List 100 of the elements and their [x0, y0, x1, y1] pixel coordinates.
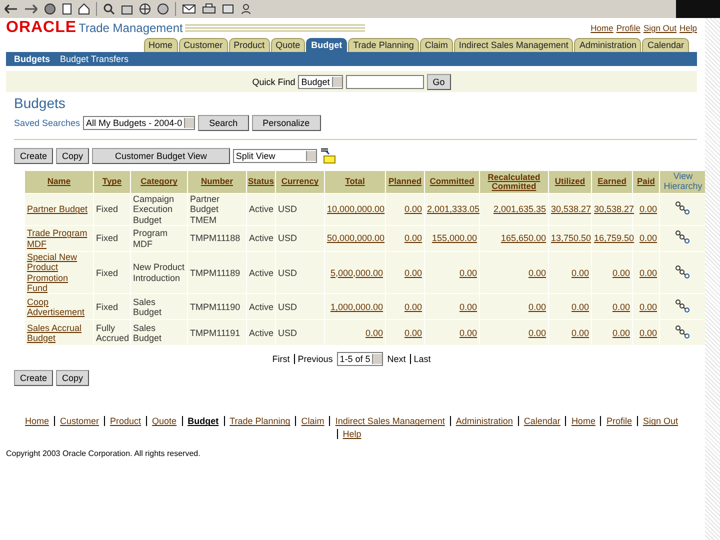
footer-link[interactable]: Product: [104, 416, 146, 426]
page-title: Budgets: [14, 95, 66, 111]
nav-tab[interactable]: Home: [144, 38, 178, 52]
table-cell: Fixed: [96, 233, 118, 244]
column-header[interactable]: Planned: [386, 171, 424, 193]
nav-tab[interactable]: Indirect Sales Management: [454, 38, 574, 52]
table-cell: USD: [278, 268, 298, 278]
action-button[interactable]: Create: [14, 148, 54, 164]
subtab[interactable]: Budget Transfers: [60, 54, 129, 64]
table-cell: USD: [278, 204, 298, 214]
cell-link[interactable]: Special New Product Promotion Fund: [27, 252, 91, 294]
range-select[interactable]: 1-5 of 5: [336, 352, 384, 366]
column-header: View Hierarchy: [660, 171, 706, 193]
header-link[interactable]: Profile: [616, 23, 640, 33]
footer-link[interactable]: Home: [20, 416, 54, 426]
hierarchy-icon[interactable]: [675, 201, 691, 216]
back-arrow-icon[interactable]: [4, 3, 18, 15]
table-cell: TMPM11188: [190, 233, 240, 244]
last-link[interactable]: Last: [410, 354, 431, 364]
header-link[interactable]: Home: [590, 23, 614, 33]
column-header[interactable]: Type: [94, 171, 130, 193]
quick-find-select[interactable]: Budget: [298, 74, 343, 88]
nav-tab[interactable]: Product: [228, 38, 270, 52]
search-button[interactable]: Personalize: [252, 115, 321, 131]
column-header[interactable]: Number: [188, 171, 246, 193]
footer-link[interactable]: Home: [565, 416, 600, 426]
action-button[interactable]: Create: [14, 370, 54, 386]
footer-link[interactable]: Calendar: [518, 416, 566, 426]
scrollbar-track[interactable]: [705, 18, 720, 540]
previous-link[interactable]: Previous: [294, 354, 333, 364]
column-header[interactable]: Committed: [425, 171, 479, 193]
footer-link[interactable]: Indirect Sales Management: [329, 416, 450, 426]
table-cell: USD: [278, 233, 298, 244]
nav-tab[interactable]: Budget: [306, 38, 348, 52]
action-button[interactable]: Copy: [56, 370, 90, 386]
header-link[interactable]: Help: [680, 23, 697, 33]
footer-link[interactable]: Help: [336, 429, 366, 440]
footer-link[interactable]: Quote: [146, 416, 182, 426]
view-select[interactable]: Split View: [232, 149, 317, 163]
column-header[interactable]: Category: [131, 171, 187, 193]
column-header[interactable]: Paid: [633, 171, 659, 193]
table-cell: Fixed: [96, 204, 118, 214]
quick-find-field[interactable]: [346, 74, 424, 88]
action-button[interactable]: Customer Budget View: [92, 148, 230, 164]
footer-link[interactable]: Administration: [450, 416, 518, 426]
column-header[interactable]: Recalculated Committed: [480, 171, 548, 193]
copyright-text: Copyright 2003 Oracle Corporation. All rights reserved.: [6, 449, 202, 458]
hierarchy-icon[interactable]: [675, 230, 691, 244]
table-cell: Active: [249, 268, 274, 278]
hierarchy-icon[interactable]: [675, 324, 691, 339]
saved-searches-label: Saved Searches: [14, 118, 80, 128]
table-cell: TMPM11190: [190, 302, 240, 312]
column-header[interactable]: Earned: [592, 171, 632, 193]
table-cell: Sales Budget: [133, 296, 162, 317]
column-header[interactable]: Total: [325, 171, 385, 193]
next-link[interactable]: Next: [387, 354, 406, 364]
page-icon[interactable]: [62, 3, 72, 15]
subtab[interactable]: Budgets: [14, 54, 50, 64]
nav-tab[interactable]: Customer: [178, 38, 228, 52]
column-header[interactable]: Currency: [276, 171, 324, 193]
column-header[interactable]: Utilized: [549, 171, 591, 193]
first-link[interactable]: First: [272, 354, 290, 364]
mail-icon[interactable]: [182, 3, 196, 15]
hierarchy-icon[interactable]: [675, 264, 691, 279]
column-header[interactable]: Name: [25, 171, 93, 193]
footer-link[interactable]: Sign Out: [636, 416, 683, 426]
table-cell: Fixed: [96, 302, 118, 312]
action-button[interactable]: Copy: [56, 148, 90, 164]
table-cell: Program MDF: [133, 228, 168, 249]
header-link[interactable]: Sign Out: [643, 23, 677, 33]
table-cell: New Product Introduction: [133, 262, 185, 283]
footer-link[interactable]: Budget: [182, 416, 224, 426]
hierarchy-icon[interactable]: [675, 298, 691, 313]
nav-tab[interactable]: Trade Planning: [348, 38, 419, 52]
table-cell: Active: [249, 204, 274, 214]
printer-icon[interactable]: [202, 3, 216, 15]
search-button[interactable]: Search: [198, 115, 249, 131]
footer-link[interactable]: Profile: [600, 416, 637, 426]
nav-tab[interactable]: Claim: [420, 38, 453, 52]
go-button[interactable]: Go: [426, 74, 451, 90]
stop-icon[interactable]: [44, 3, 56, 15]
nav-tab[interactable]: Calendar: [642, 38, 689, 52]
table-cell: USD: [278, 328, 298, 338]
saved-search-select[interactable]: All My Budgets - 2004-0: [83, 116, 196, 130]
search-icon[interactable]: [103, 3, 115, 15]
forward-arrow-icon[interactable]: [24, 3, 38, 15]
table-cell: Campaign Execution Budget: [133, 194, 174, 225]
table-cell: Fully Accrued: [96, 322, 130, 343]
home-icon[interactable]: [78, 3, 90, 15]
table-cell: Sales Budget: [133, 322, 162, 343]
column-header[interactable]: Status: [247, 171, 275, 193]
window-corner-panel: [676, 0, 720, 18]
footer-link[interactable]: Trade Planning: [224, 416, 296, 426]
table-cell: Active: [249, 233, 274, 244]
nav-tab[interactable]: Quote: [270, 38, 306, 52]
footer-link[interactable]: Claim: [295, 416, 330, 426]
nav-tab[interactable]: Administration: [574, 38, 642, 52]
footer-link[interactable]: Customer: [54, 416, 104, 426]
person-icon[interactable]: [240, 3, 252, 15]
quick-find-label: Quick Find: [252, 76, 296, 86]
